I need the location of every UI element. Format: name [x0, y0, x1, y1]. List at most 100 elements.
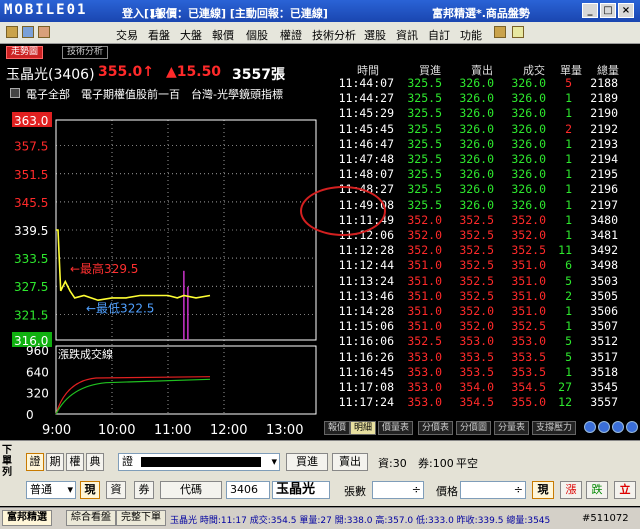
col-time-cell: 11:46:47 — [338, 136, 394, 151]
col-time-cell: 11:15:06 — [338, 319, 394, 334]
menu-market[interactable]: 大盤 — [180, 27, 202, 43]
tab-trend-chart[interactable]: 走勢圖 — [6, 46, 44, 59]
toolbar-print-icon[interactable] — [38, 26, 50, 38]
kind-futures-button[interactable]: 期 — [46, 453, 64, 471]
stock-price: 355.0↑ — [98, 64, 155, 80]
table-row[interactable]: 11:45:45 325.5 326.0 326.0 2 2192 — [322, 122, 640, 137]
tab-detail[interactable]: 明細 — [350, 421, 377, 435]
table-row[interactable]: 11:44:27 325.5 326.0 326.0 1 2189 — [322, 91, 640, 106]
nav-up-icon[interactable] — [612, 421, 624, 433]
table-row[interactable]: 11:13:46 351.0 352.5 351.0 2 3505 — [322, 289, 640, 304]
col-total-cell: 2188 — [590, 76, 618, 90]
margin-button[interactable]: 資 — [106, 481, 126, 499]
category-checkbox[interactable] — [10, 88, 20, 98]
menu-screener[interactable]: 選股 — [364, 27, 386, 43]
kind-stock-button[interactable]: 證 — [26, 453, 44, 471]
toolbar-window-icon[interactable] — [22, 26, 34, 38]
toolbar-note-icon[interactable] — [512, 26, 524, 38]
quantity-stepper[interactable]: ÷ — [372, 481, 424, 499]
account-select[interactable]: 證 ▾ — [118, 453, 280, 471]
tab-price-volume[interactable]: 價量表 — [378, 421, 414, 435]
stepper-icon[interactable]: ÷ — [514, 482, 523, 498]
limit-down-button[interactable]: 跌 — [586, 481, 608, 499]
tab-quote[interactable]: 報價 — [324, 421, 351, 435]
table-row[interactable]: 11:16:26 353.0 353.5 353.5 5 3517 — [322, 350, 640, 365]
chevron-down-icon[interactable]: ▾ — [271, 454, 277, 470]
menu-function[interactable]: 功能 — [460, 27, 482, 43]
price-label: 價格 — [436, 485, 458, 498]
col-time-cell: 11:45:45 — [338, 121, 394, 136]
menu-warrant[interactable]: 權證 — [280, 27, 302, 43]
col-lot-cell: 1 — [565, 304, 572, 318]
menu-watch[interactable]: 看盤 — [148, 27, 170, 43]
nav-next-icon[interactable] — [598, 421, 610, 433]
code-button[interactable]: 代碼 — [160, 481, 222, 499]
table-row[interactable]: 11:47:48 325.5 326.0 326.0 1 2194 — [322, 152, 640, 167]
col-bid-cell: 325.5 — [407, 121, 442, 136]
table-row[interactable]: 11:45:29 325.5 326.0 326.0 1 2190 — [322, 106, 640, 121]
menu-custom[interactable]: 自訂 — [428, 27, 450, 43]
table-row[interactable]: 11:48:07 325.5 326.0 326.0 1 2195 — [322, 167, 640, 182]
place-order-button[interactable]: 立 — [614, 481, 636, 499]
coupon-quota: 券:100 — [418, 457, 454, 470]
table-row[interactable]: 11:46:47 325.5 326.0 326.0 1 2193 — [322, 137, 640, 152]
col-total-cell: 3480 — [590, 212, 618, 227]
col-lot-cell: 2 — [565, 121, 572, 136]
market-price-button[interactable]: 現 — [532, 481, 554, 499]
buy-button[interactable]: 買進 — [286, 453, 328, 471]
kind-options-button[interactable]: 權 — [66, 453, 84, 471]
table-row[interactable]: 11:16:45 353.0 353.5 353.5 1 3518 — [322, 365, 640, 380]
nav-prev-icon[interactable] — [584, 421, 596, 433]
short-button[interactable]: 券 — [134, 481, 154, 499]
stock-header: 玉晶光(3406) 355.0↑ ▲15.50 3557張 — [0, 60, 320, 84]
table-row[interactable]: 11:14:28 351.0 352.0 351.0 1 3506 — [322, 304, 640, 319]
table-row[interactable]: 11:16:06 352.5 353.0 353.0 5 3512 — [322, 334, 640, 349]
close-icon[interactable]: × — [618, 3, 634, 18]
col-time-cell: 11:44:27 — [338, 91, 394, 106]
cash-button[interactable]: 現 — [80, 481, 100, 499]
order-panel: 下單列 證 期 權 典 證 ▾ 買進 賣出 資:30 券:100 平空 普通 ▾… — [0, 440, 640, 506]
menu-info[interactable]: 資訊 — [396, 27, 418, 43]
tab-technical[interactable]: 技術分析 — [62, 46, 109, 59]
col-lot-cell: 5 — [565, 76, 572, 90]
code-input[interactable]: 3406 — [226, 481, 270, 499]
table-row[interactable]: 11:15:06 351.0 352.0 352.5 1 3507 — [322, 319, 640, 334]
table-row[interactable]: 11:12:44 351.0 352.5 351.0 6 3498 — [322, 258, 640, 273]
col-lot-cell: 2 — [565, 288, 572, 303]
chevron-down-icon[interactable]: ▾ — [67, 482, 73, 498]
stepper-icon[interactable]: ÷ — [412, 482, 421, 498]
order-type-select[interactable]: 普通 ▾ — [26, 481, 76, 499]
nav-down-icon[interactable] — [626, 421, 638, 433]
toolbar-back-icon[interactable] — [6, 26, 18, 38]
col-total-cell: 3545 — [590, 380, 618, 394]
table-row[interactable]: 11:17:24 353.0 354.5 355.0 12 3557 — [322, 395, 640, 410]
table-row[interactable]: 11:17:08 353.0 354.0 354.5 27 3545 — [322, 380, 640, 395]
kind-classic-button[interactable]: 典 — [86, 453, 104, 471]
tab-overview[interactable]: 綜合看盤 — [66, 510, 116, 526]
menu-quote[interactable]: 報價 — [212, 27, 234, 43]
col-trade-cell: 351.0 — [511, 288, 546, 303]
tab-price-chart[interactable]: 分價圖 — [456, 421, 492, 435]
toolbar-lightning-icon[interactable] — [494, 26, 506, 38]
status-ticker: 玉晶光 時間:11:17 成交:354.5 單量:27 開:338.0 高:35… — [170, 516, 551, 526]
menu-bar: 交易 看盤 大盤 報價 個股 權證 技術分析 選股 資訊 自訂 功能 — [0, 22, 640, 44]
col-trade-cell: 351.0 — [511, 273, 546, 288]
col-ask-cell: 326.0 — [459, 197, 494, 212]
tab-fubon-select[interactable]: 富邦精選 — [2, 510, 52, 526]
limit-up-button[interactable]: 漲 — [560, 481, 582, 499]
menu-technical[interactable]: 技術分析 — [312, 27, 356, 43]
tab-full-order[interactable]: 完整下單 — [116, 510, 166, 526]
table-row[interactable]: 11:13:24 351.0 352.5 351.0 5 3503 — [322, 274, 640, 289]
menu-stock[interactable]: 個股 — [246, 27, 268, 43]
maximize-icon[interactable]: □ — [600, 3, 616, 18]
tab-support[interactable]: 支撐壓力 — [532, 421, 577, 435]
table-row[interactable]: 11:44:07 325.5 326.0 326.0 5 2188 — [322, 76, 640, 91]
price-input[interactable]: ÷ — [460, 481, 526, 499]
sell-button[interactable]: 賣出 — [332, 453, 368, 471]
col-bid-cell: 352.0 — [407, 228, 442, 242]
menu-trade[interactable]: 交易 — [116, 27, 138, 43]
tab-volume-dist[interactable]: 分量表 — [494, 421, 530, 435]
minimize-icon[interactable]: _ — [582, 3, 598, 18]
table-row[interactable]: 11:12:28 352.0 352.5 352.5 11 3492 — [322, 243, 640, 258]
tab-price-dist[interactable]: 分價表 — [418, 421, 454, 435]
